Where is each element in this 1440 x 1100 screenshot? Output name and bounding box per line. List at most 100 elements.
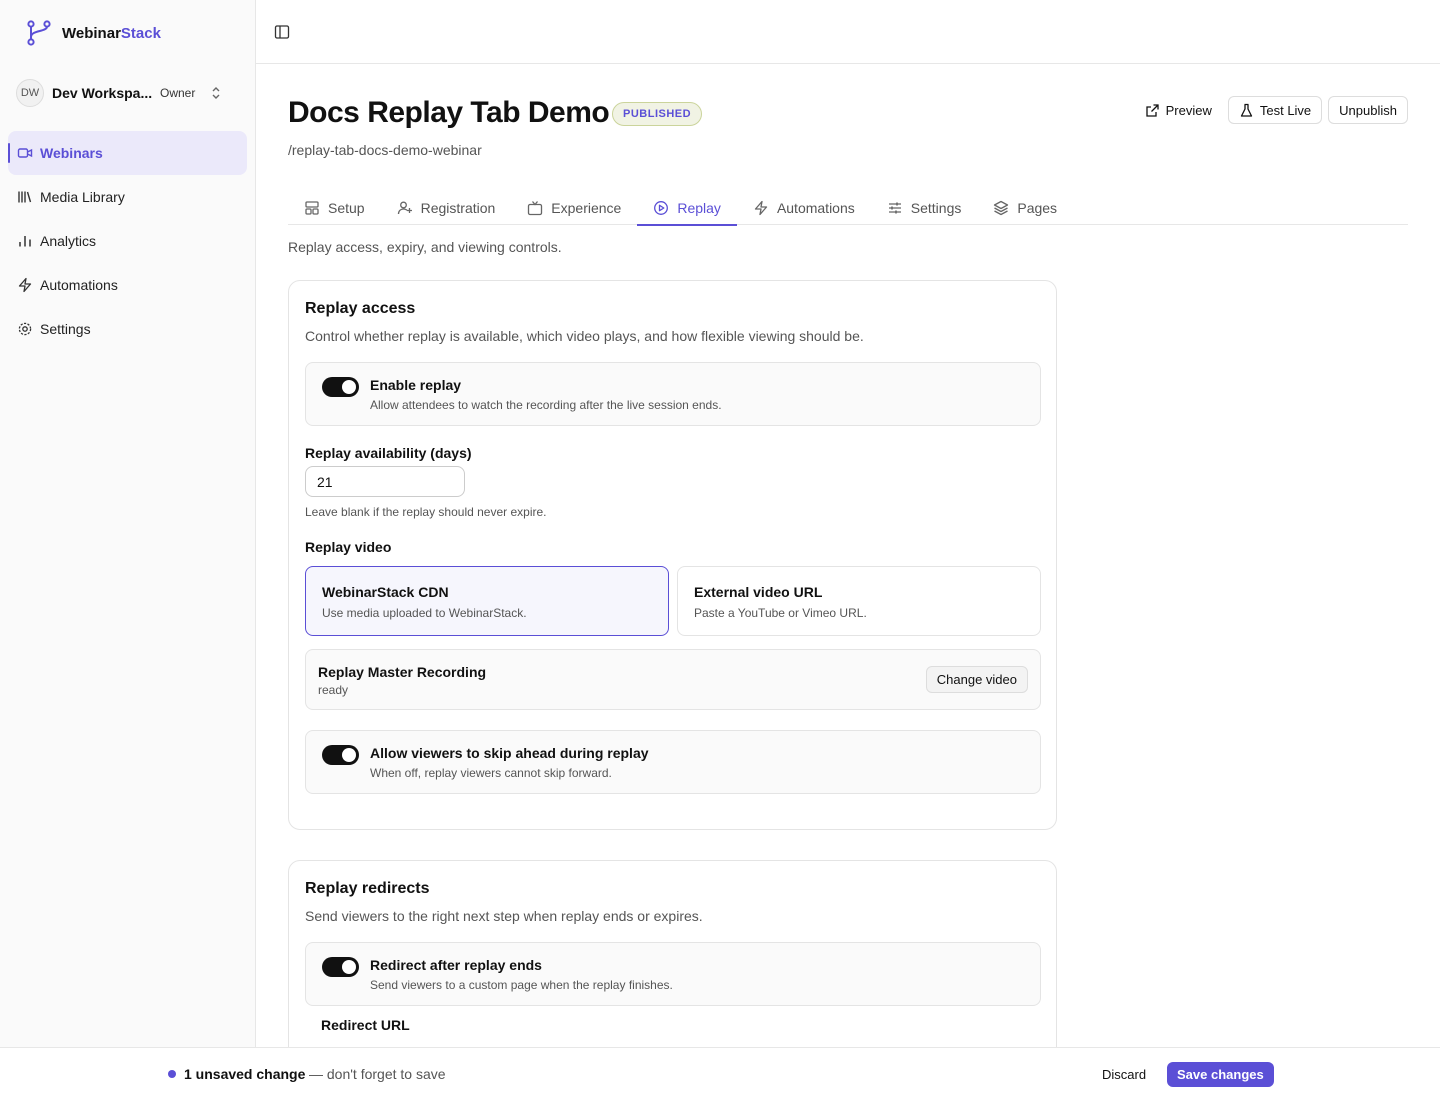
layers-icon <box>994 200 1009 215</box>
skip-ahead-row: Allow viewers to skip ahead during repla… <box>305 730 1041 794</box>
preview-button[interactable]: Preview <box>1134 96 1222 124</box>
option-title: WebinarStack CDN <box>322 584 449 600</box>
sidebar-item-settings[interactable]: Settings <box>8 307 247 351</box>
skip-ahead-toggle[interactable] <box>322 745 359 765</box>
tab-settings[interactable]: Settings <box>871 190 978 225</box>
webinar-slug: /replay-tab-docs-demo-webinar <box>288 142 482 158</box>
tab-label: Experience <box>551 199 622 216</box>
tab-description: Replay access, expiry, and viewing contr… <box>288 239 562 255</box>
tab-registration[interactable]: Registration <box>381 190 512 225</box>
toggle-description: When off, replay viewers cannot skip for… <box>370 766 612 780</box>
sidebar-item-automations[interactable]: Automations <box>8 263 247 307</box>
user-plus-icon <box>397 201 412 214</box>
option-description: Use media uploaded to WebinarStack. <box>322 606 527 620</box>
sidebar-nav: Webinars Media Library Analytics Automat… <box>8 131 247 351</box>
video-icon <box>17 145 33 161</box>
layout-icon <box>305 200 319 215</box>
selected-recording: Replay Master Recording ready Change vid… <box>305 649 1041 710</box>
workspace-role: Owner <box>160 86 196 100</box>
unsaved-changes-bar: 1 unsaved change — don't forget to save … <box>0 1047 1440 1100</box>
branch-logo-icon <box>27 20 51 46</box>
card-subtitle: Send viewers to the right next step when… <box>305 908 703 924</box>
zap-icon <box>754 200 768 215</box>
recording-status: ready <box>318 683 349 697</box>
card-subtitle: Control whether replay is available, whi… <box>305 328 864 344</box>
sidebar-item-label: Automations <box>40 277 118 293</box>
play-circle-icon <box>654 200 669 215</box>
toggle-title: Enable replay <box>370 377 462 393</box>
sidebar-item-webinars[interactable]: Webinars <box>8 131 247 175</box>
tab-label: Settings <box>910 199 962 216</box>
sidebar-item-label: Settings <box>40 321 91 337</box>
sidebar-item-media-library[interactable]: Media Library <box>8 175 247 219</box>
zap-icon <box>17 277 33 293</box>
recording-title: Replay Master Recording <box>318 664 487 680</box>
availability-label: Replay availability (days) <box>305 445 472 461</box>
page-title: Docs Replay Tab Demo <box>288 96 610 129</box>
sidebar-item-label: Media Library <box>40 189 125 205</box>
sidebar-toggle-icon[interactable] <box>274 24 290 40</box>
tab-label: Automations <box>776 199 855 216</box>
unsaved-note: — don't forget to save <box>309 1066 446 1082</box>
brand-logo[interactable]: WebinarStack <box>26 20 161 46</box>
enable-replay-row: Enable replay Allow attendees to watch t… <box>305 362 1041 426</box>
tab-pages[interactable]: Pages <box>977 190 1073 225</box>
option-description: Paste a YouTube or Vimeo URL. <box>694 606 867 620</box>
tab-label: Setup <box>328 199 365 216</box>
sidebar: WebinarStack DW Dev Workspa... Owner Web… <box>0 0 256 1100</box>
redirect-after-toggle[interactable] <box>322 957 359 977</box>
chevrons-up-down-icon <box>209 86 223 100</box>
workspace-avatar: DW <box>16 79 44 107</box>
toggle-title: Redirect after replay ends <box>370 957 542 973</box>
sidebar-item-label: Analytics <box>40 233 97 249</box>
toggle-description: Allow attendees to watch the recording a… <box>370 398 722 412</box>
tab-experience[interactable]: Experience <box>511 190 637 225</box>
redirect-url-label: Redirect URL <box>321 1017 410 1033</box>
brand-name: WebinarStack <box>62 24 161 42</box>
availability-days-input[interactable] <box>305 466 465 497</box>
toggle-title: Allow viewers to skip ahead during repla… <box>370 745 649 761</box>
external-link-icon <box>1145 103 1159 117</box>
unsaved-indicator-dot <box>168 1070 176 1078</box>
save-changes-button[interactable]: Save changes <box>1167 1062 1274 1087</box>
test-live-label: Test Live <box>1259 102 1312 118</box>
bar-chart-icon <box>17 233 33 249</box>
availability-help: Leave blank if the replay should never e… <box>305 505 547 519</box>
card-title: Replay redirects <box>305 880 430 897</box>
tab-label: Replay <box>677 199 721 216</box>
enable-replay-toggle[interactable] <box>322 377 359 397</box>
card-title: Replay access <box>305 300 416 317</box>
replay-video-label: Replay video <box>305 539 392 555</box>
tv-icon <box>528 200 543 215</box>
workspace-name: Dev Workspa... <box>52 85 153 101</box>
sliders-icon <box>888 202 901 213</box>
tab-label: Registration <box>420 199 496 216</box>
change-video-button[interactable]: Change video <box>925 666 1028 693</box>
tab-bar: Setup Registration Experience Replay Aut… <box>288 190 1408 226</box>
tab-label: Pages <box>1017 199 1058 216</box>
gear-icon <box>17 321 33 337</box>
video-source-external-option[interactable]: External video URL Paste a YouTube or Vi… <box>677 566 1041 636</box>
workspace-switcher[interactable]: DW Dev Workspa... Owner <box>16 78 244 108</box>
top-bar <box>256 0 1440 64</box>
flask-icon <box>1240 103 1253 117</box>
sidebar-item-analytics[interactable]: Analytics <box>8 219 247 263</box>
replay-access-card: Replay access Control whether replay is … <box>288 280 1057 830</box>
redirect-after-row: Redirect after replay ends Send viewers … <box>305 942 1041 1006</box>
toggle-description: Send viewers to a custom page when the r… <box>370 978 673 992</box>
unsaved-count: 1 unsaved change <box>184 1066 306 1082</box>
option-title: External video URL <box>694 584 823 600</box>
test-live-button[interactable]: Test Live <box>1227 96 1323 124</box>
unpublish-label: Unpublish <box>1339 102 1397 118</box>
unpublish-button[interactable]: Unpublish <box>1328 96 1408 124</box>
tab-automations[interactable]: Automations <box>737 190 871 225</box>
tab-replay[interactable]: Replay <box>637 190 737 226</box>
library-icon <box>17 189 33 205</box>
status-badge: PUBLISHED <box>612 102 703 126</box>
video-source-cdn-option[interactable]: WebinarStack CDN Use media uploaded to W… <box>305 566 669 636</box>
discard-button[interactable]: Discard <box>1090 1062 1158 1087</box>
tab-setup[interactable]: Setup <box>288 190 381 225</box>
preview-label: Preview <box>1165 102 1212 118</box>
header-actions: Preview Test Live Unpublish <box>1134 96 1408 124</box>
sidebar-item-label: Webinars <box>40 145 103 161</box>
